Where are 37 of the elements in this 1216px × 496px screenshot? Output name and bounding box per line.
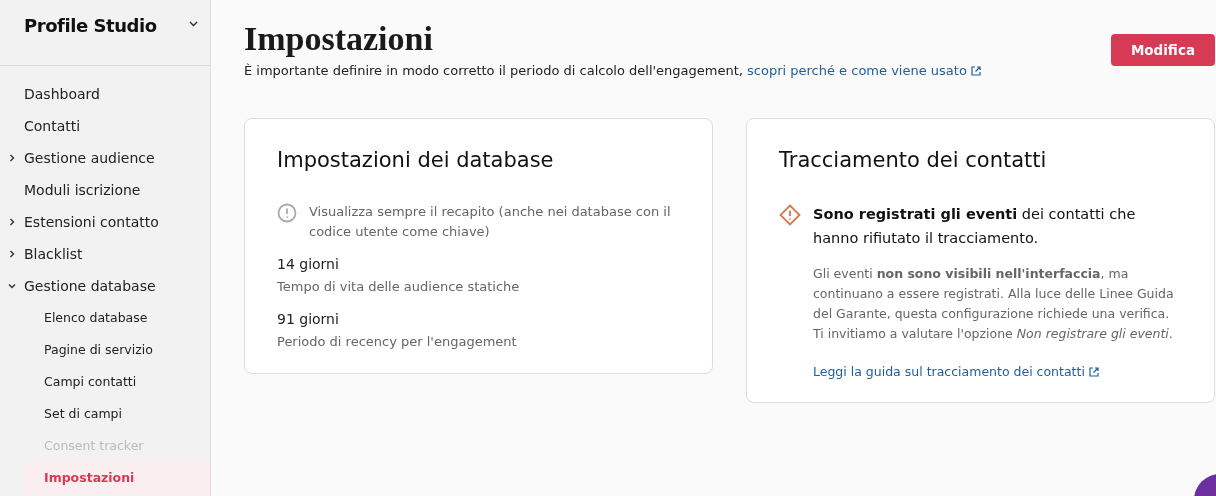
page-description: È importante definire in modo corretto il periodo di calcolo dell'engagement, scopri perché e come viene usato xyxy=(244,61,981,81)
sidebar-item[interactable]: Moduli iscrizione xyxy=(0,174,210,206)
sidebar-item[interactable]: Contatti xyxy=(0,110,210,142)
sidebar-item[interactable]: Campi contatti xyxy=(24,366,210,398)
setting-value: 91 giorni xyxy=(277,309,340,329)
chevron-right-icon xyxy=(8,154,16,162)
card-title: Impostazioni dei database xyxy=(277,146,555,174)
chevron-right-icon xyxy=(8,218,16,226)
sidebar-item[interactable]: Pagine di servizio xyxy=(24,334,210,366)
setting-label: Periodo di recency per l'engagement xyxy=(277,332,518,351)
chevron-down-icon xyxy=(8,282,16,290)
card-title: Tracciamento dei contatti xyxy=(779,146,1048,174)
sidebar-group[interactable]: Gestione audience xyxy=(0,142,210,174)
chevron-right-icon xyxy=(8,250,16,258)
sidebar-group[interactable]: Blacklist xyxy=(0,238,210,270)
detail-text: Ti invitiamo a valutare l'opzione Non registrare gli eventi. xyxy=(813,325,1174,343)
sidebar-item[interactable]: Set di campi xyxy=(24,398,210,430)
warning-text: Sono registrati gli eventi dei contatti che hanno rifiutato il tracciamento. xyxy=(813,205,1137,248)
setting-label: Tempo di vita delle audience statiche xyxy=(277,278,521,296)
info-circle-icon xyxy=(277,203,297,223)
app-title: Profile Studio xyxy=(24,14,157,38)
warning-diamond-icon xyxy=(779,204,801,226)
sidebar-item[interactable]: Impostazioni xyxy=(24,462,210,494)
guide-link[interactable]: Leggi la guida sul tracciamento dei contatti xyxy=(813,363,1178,382)
sidebar-item[interactable]: Elenco database xyxy=(24,302,210,334)
notice-text: Visualizza sempre il recapito (anche nei database con il codice utente come chiave) xyxy=(309,203,672,241)
external-link-icon xyxy=(1088,367,1099,377)
edit-button[interactable]: Modifica xyxy=(1110,34,1215,66)
chevron-down-icon[interactable] xyxy=(189,21,198,27)
sidebar-group[interactable]: Estensioni contatto xyxy=(0,206,210,238)
setting-value: 14 giorni xyxy=(277,255,340,274)
page-title: Impostazioni xyxy=(244,19,434,59)
info-link[interactable]: scopri perché e come viene usato xyxy=(747,63,981,78)
detail-text: Gli eventi non sono visibili nell'interfaccia, ma continuano a essere registrati. Alla luce delle Linee Guida del Garante, questa configurazione richiede una verifica. xyxy=(813,265,1175,323)
sidebar-item[interactable]: Dashboard xyxy=(0,78,210,110)
external-link-icon xyxy=(970,66,981,76)
sidebar-group[interactable]: Gestione database xyxy=(0,270,210,302)
